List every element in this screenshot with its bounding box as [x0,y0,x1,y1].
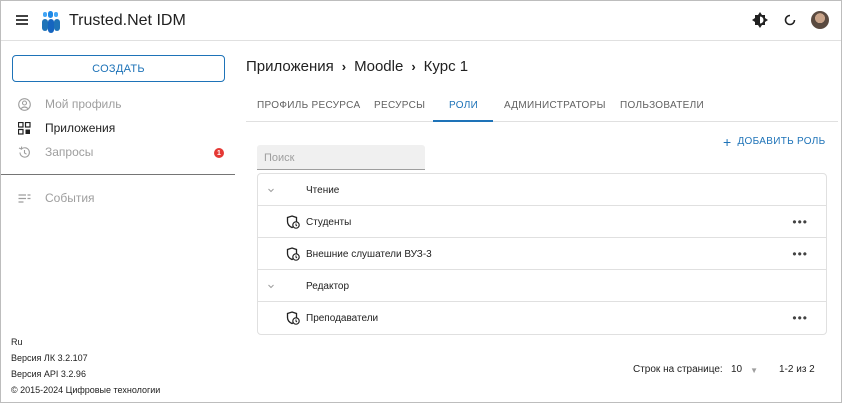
requests-count-badge: 1 [214,148,224,158]
sidebar-item-label: События [45,191,95,205]
hamburger-menu-icon[interactable] [13,13,31,29]
role-shield-icon [286,247,300,261]
lk-version: Версия ЛК 3.2.107 [11,353,88,363]
sidebar-item-my-profile[interactable]: Мой профиль [17,95,122,113]
sidebar-item-label: Мой профиль [45,97,122,111]
theme-toggle-icon[interactable] [751,11,769,29]
chevron-right-icon: › [411,59,416,74]
role-label: Студенты [306,217,352,228]
trusted-net-logo [42,11,60,33]
copyright: © 2015-2024 Цифровые технологии [11,385,161,395]
breadcrumb-item-moodle[interactable]: Moodle [354,58,403,75]
tab-administrators[interactable]: АДМИНИСТРАТОРЫ [504,100,606,111]
user-circle-icon [17,97,31,111]
role-shield-icon [286,215,300,229]
search-field[interactable] [257,145,425,170]
dropdown-arrow-icon: ▼ [750,366,759,375]
app-title: Trusted.Net IDM [69,12,186,29]
rows-per-page-label: Строк на странице: [633,364,723,375]
roles-table: Чтение Студенты ••• Внешние слушатели ВУ… [257,173,827,335]
role-group-row[interactable]: Редактор [258,270,826,302]
tab-resource-profile[interactable]: ПРОФИЛЬ РЕСУРСА [257,100,360,111]
add-role-label: ДОБАВИТЬ РОЛЬ [737,136,826,147]
resource-tabs: ПРОФИЛЬ РЕСУРСА РЕСУРСЫ РОЛИ АДМИНИСТРАТ… [246,93,838,122]
apps-grid-icon [17,121,31,135]
sidebar-item-label: Запросы [45,145,94,159]
plus-icon: + [723,133,732,150]
language-switch[interactable]: Ru [11,337,23,347]
role-shield-icon [286,311,300,325]
role-row[interactable]: Студенты ••• [258,206,826,238]
role-label: Внешние слушатели ВУЗ-3 [306,249,432,260]
rows-per-page-value: 10 [731,364,743,375]
role-group-label: Чтение [306,185,340,196]
tab-resources[interactable]: РЕСУРСЫ [374,100,425,111]
create-button[interactable]: СОЗДАТЬ [12,55,225,82]
chevron-right-icon: › [341,59,347,74]
sidebar-divider [1,174,235,175]
sidebar-item-label: Приложения [45,121,116,135]
list-icon [17,191,31,205]
pagination-range: 1-2 из 2 [779,364,815,375]
more-actions-icon[interactable]: ••• [792,311,808,325]
breadcrumb-item-current: Курс 1 [423,58,469,75]
user-avatar[interactable] [811,11,829,29]
tab-users[interactable]: ПОЛЬЗОВАТЕЛИ [620,100,704,111]
rows-per-page-select[interactable]: 10 ▼ [731,364,758,375]
app-bar: Trusted.Net IDM [1,1,841,41]
app-window: Trusted.Net IDM СОЗДАТЬ Мой профиль Прил… [0,0,842,403]
chevron-down-icon[interactable] [266,281,276,291]
sidebar: СОЗДАТЬ Мой профиль Приложения Запросы 1 [1,41,235,402]
role-group-label: Редактор [306,281,350,292]
history-icon [17,145,31,159]
search-input[interactable] [264,152,414,164]
sidebar-item-events[interactable]: События [17,189,95,207]
breadcrumb-item-applications[interactable]: Приложения [246,58,334,75]
more-actions-icon[interactable]: ••• [792,247,808,261]
add-role-button[interactable]: + ДОБАВИТЬ РОЛЬ [723,133,826,150]
more-actions-icon[interactable]: ••• [792,215,808,229]
role-group-row[interactable]: Чтение [258,174,826,206]
sidebar-item-requests[interactable]: Запросы [17,143,93,161]
active-tab-indicator [433,120,493,122]
role-row[interactable]: Внешние слушатели ВУЗ-3 ••• [258,238,826,270]
tab-roles[interactable]: РОЛИ [449,100,478,111]
sidebar-item-applications[interactable]: Приложения [17,119,115,137]
breadcrumb: Приложения › Moodle › Курс 1 [246,58,468,75]
role-row[interactable]: Преподаватели ••• [258,302,826,334]
api-version: Версия API 3.2.96 [11,369,86,379]
chevron-down-icon[interactable] [266,185,276,195]
refresh-icon[interactable] [781,11,799,29]
role-label: Преподаватели [306,313,379,324]
